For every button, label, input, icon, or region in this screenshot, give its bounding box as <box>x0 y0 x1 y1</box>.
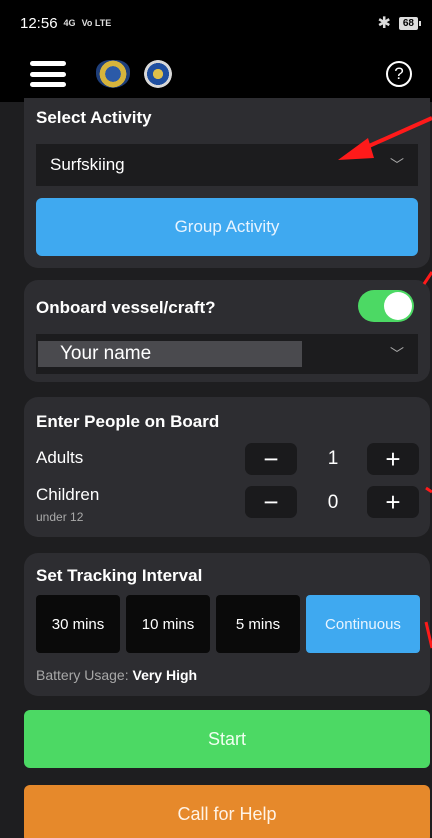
vessel-select[interactable]: Your name ﹀ <box>36 334 418 374</box>
call-for-help-button[interactable]: Call for Help <box>24 785 430 838</box>
coast-guard-logo <box>96 60 130 88</box>
vessel-name-value: Your name <box>38 341 302 367</box>
annotation-mark <box>422 271 432 285</box>
vessel-title: Onboard vessel/craft? <box>36 298 216 317</box>
network-type: Vo LTE <box>81 17 112 28</box>
activity-card: Select Activity Surfskiing ﹀ Group Activ… <box>24 98 430 268</box>
interval-option-continuous[interactable]: Continuous <box>306 595 420 653</box>
interval-option-5[interactable]: 5 mins <box>216 595 300 653</box>
people-card: Enter People on Board Adults − 1 + Child… <box>24 397 430 537</box>
chevron-down-icon: ﹀ <box>390 346 404 362</box>
interval-card: Set Tracking Interval 30 mins 10 mins 5 … <box>24 553 430 696</box>
battery-indicator: 68 <box>398 16 422 30</box>
children-decrement-button[interactable]: − <box>245 486 297 518</box>
adults-label: Adults <box>36 448 84 467</box>
activity-selected-value: Surfskiing <box>50 155 125 174</box>
activity-title: Select Activity <box>36 108 152 127</box>
battery-usage-value: Very High <box>132 667 198 683</box>
activity-select[interactable]: Surfskiing ﹀ <box>36 144 418 186</box>
start-button[interactable]: Start <box>24 710 430 768</box>
menu-icon[interactable] <box>30 61 66 87</box>
children-label: Children <box>36 485 100 504</box>
vessel-toggle[interactable] <box>358 290 414 322</box>
group-activity-button[interactable]: Group Activity <box>36 198 418 256</box>
seal-logo <box>144 60 172 88</box>
status-bar: 12:56 4G Vo LTE ✱ 68 <box>0 0 432 46</box>
app-header: ? <box>0 46 432 102</box>
children-increment-button[interactable]: + <box>367 486 419 518</box>
chevron-down-icon: ﹀ <box>390 157 404 173</box>
interval-option-30[interactable]: 30 mins <box>36 595 120 653</box>
help-icon[interactable]: ? <box>386 61 412 87</box>
vessel-card: Onboard vessel/craft? Your name ﹀ <box>24 280 430 382</box>
status-right: ✱ 68 <box>377 13 422 33</box>
interval-title: Set Tracking Interval <box>36 566 203 585</box>
children-count: 0 <box>327 492 339 513</box>
interval-option-10[interactable]: 10 mins <box>126 595 210 653</box>
adults-count: 1 <box>327 448 339 469</box>
people-title: Enter People on Board <box>36 412 220 431</box>
status-time: 12:56 <box>20 14 58 32</box>
adults-decrement-button[interactable]: − <box>245 443 297 475</box>
status-left: 12:56 4G Vo LTE <box>20 15 111 32</box>
bluetooth-icon: ✱ <box>377 15 391 32</box>
children-sublabel: under 12 <box>36 510 84 524</box>
network-indicator: 4G <box>63 17 76 28</box>
battery-usage: Battery Usage: Very High <box>36 667 197 683</box>
battery-usage-label: Battery Usage: <box>36 667 129 683</box>
adults-increment-button[interactable]: + <box>367 443 419 475</box>
